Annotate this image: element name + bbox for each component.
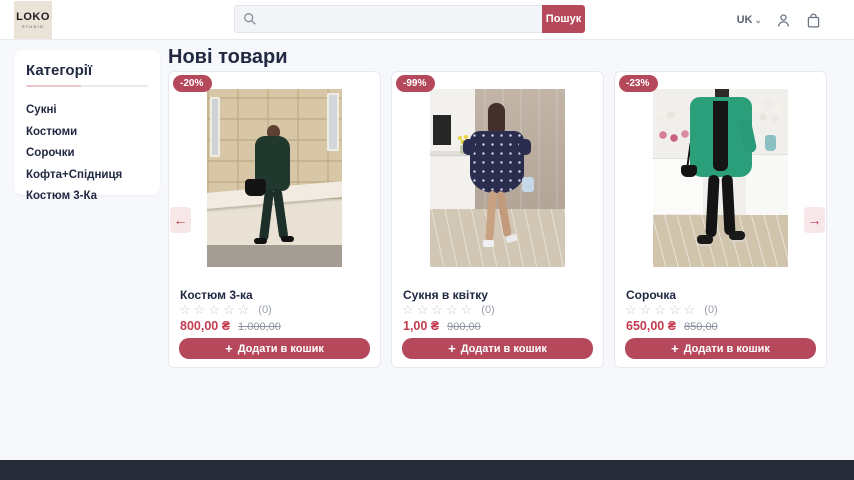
- logo[interactable]: LOKO STUDIO: [14, 1, 52, 39]
- search-button[interactable]: Пошук: [542, 5, 585, 33]
- sidebar-item-suits[interactable]: Костюми: [26, 121, 148, 143]
- add-to-cart-button[interactable]: + Додати в кошик: [402, 338, 593, 359]
- old-price: 900,00: [447, 321, 481, 333]
- product-title[interactable]: Сорочка: [626, 288, 676, 302]
- product-card: -20% Костюм 3-ка ☆☆☆☆☆ (0) 800,00 ₴ 1.00…: [168, 71, 381, 368]
- plus-icon: +: [225, 342, 233, 355]
- cart-icon[interactable]: [805, 12, 822, 29]
- account-icon[interactable]: [775, 12, 792, 29]
- categories-title: Категорії: [26, 62, 148, 79]
- header: LOKO STUDIO Пошук UK ⌄: [0, 0, 854, 40]
- carousel-prev-button[interactable]: ←: [170, 207, 191, 233]
- plus-icon: +: [448, 342, 456, 355]
- add-to-cart-label: Додати в кошик: [238, 343, 324, 355]
- rating-count: (0): [704, 304, 717, 316]
- add-to-cart-label: Додати в кошик: [461, 343, 547, 355]
- rating-count: (0): [258, 304, 271, 316]
- product-image[interactable]: [430, 89, 565, 267]
- discount-badge: -23%: [619, 75, 658, 92]
- product-card: -23% Сорочка ☆☆☆☆☆ (0) 650,00 ₴ 850,00 +…: [614, 71, 827, 368]
- add-to-cart-label: Додати в кошик: [684, 343, 770, 355]
- product-title[interactable]: Костюм 3-ка: [180, 288, 253, 302]
- old-price: 1.000,00: [238, 321, 281, 333]
- divider: [26, 85, 148, 87]
- add-to-cart-button[interactable]: + Додати в кошик: [179, 338, 370, 359]
- search-icon: [243, 12, 257, 26]
- current-price: 650,00 ₴: [626, 319, 676, 333]
- star-icons: ☆☆☆☆☆: [402, 303, 475, 317]
- rating: ☆☆☆☆☆ (0): [402, 303, 495, 317]
- page: LOKO STUDIO Пошук UK ⌄: [0, 0, 854, 480]
- chevron-down-icon: ⌄: [754, 16, 762, 25]
- star-icons: ☆☆☆☆☆: [625, 303, 698, 317]
- logo-subtitle: STUDIO: [22, 24, 44, 29]
- current-price: 1,00 ₴: [403, 319, 439, 333]
- categories-list: Сукні Костюми Сорочки Кофта+Спідниця Кос…: [26, 99, 148, 207]
- product-image[interactable]: [207, 89, 342, 267]
- discount-badge: -99%: [396, 75, 435, 92]
- footer: [0, 460, 854, 480]
- rating: ☆☆☆☆☆ (0): [179, 303, 272, 317]
- discount-badge: -20%: [173, 75, 212, 92]
- categories-panel: Категорії Сукні Костюми Сорочки Кофта+Сп…: [14, 50, 160, 195]
- star-icons: ☆☆☆☆☆: [179, 303, 252, 317]
- price-row: 1,00 ₴ 900,00: [403, 319, 481, 333]
- product-card: -99% Сукня в квітку ☆☆☆☆☆ (0) 1,00 ₴ 900…: [391, 71, 604, 368]
- logo-title: LOKO: [16, 12, 50, 23]
- rating-count: (0): [481, 304, 494, 316]
- language-select[interactable]: UK ⌄: [737, 14, 762, 26]
- carousel-next-button[interactable]: →: [804, 207, 825, 233]
- price-row: 800,00 ₴ 1.000,00: [180, 319, 281, 333]
- sidebar-item-dresses[interactable]: Сукні: [26, 99, 148, 121]
- product-title[interactable]: Сукня в квітку: [403, 288, 488, 302]
- sidebar-item-sweater-skirt[interactable]: Кофта+Спідниця: [26, 164, 148, 186]
- price-row: 650,00 ₴ 850,00: [626, 319, 718, 333]
- language-label: UK: [737, 14, 753, 26]
- add-to-cart-button[interactable]: + Додати в кошик: [625, 338, 816, 359]
- current-price: 800,00 ₴: [180, 319, 230, 333]
- plus-icon: +: [671, 342, 679, 355]
- page-title: Нові товари: [168, 46, 287, 69]
- product-image[interactable]: [653, 89, 788, 267]
- old-price: 850,00: [684, 321, 718, 333]
- rating: ☆☆☆☆☆ (0): [625, 303, 718, 317]
- search-input[interactable]: [234, 5, 542, 33]
- sidebar-item-suit-3pc[interactable]: Костюм 3-Ка: [26, 185, 148, 207]
- search-bar: Пошук: [234, 5, 585, 33]
- header-actions: UK ⌄: [737, 0, 822, 40]
- sidebar-item-shirts[interactable]: Сорочки: [26, 142, 148, 164]
